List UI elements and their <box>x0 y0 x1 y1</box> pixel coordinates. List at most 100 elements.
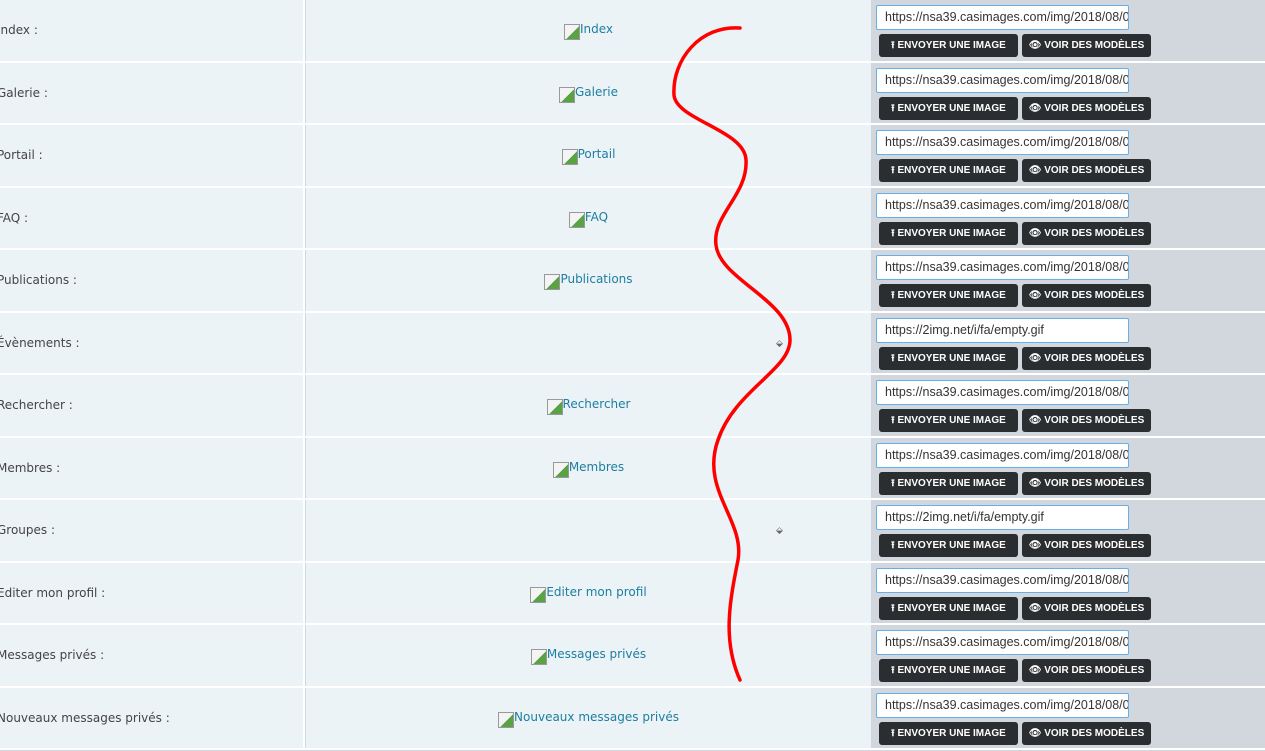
view-models-button[interactable]: 👁 VOIR DES MODÈLES <box>1022 346 1151 370</box>
image-alt-text: Membres <box>568 459 625 474</box>
table-row: Rechercher : Rechercher https://nsa39.ca… <box>0 375 1265 438</box>
upload-icon: ⭱ <box>891 540 895 551</box>
view-models-button[interactable]: 👁 VOIR DES MODÈLES <box>1022 34 1151 57</box>
row-label: Index : <box>0 23 38 38</box>
eye-icon: 👁 <box>1028 477 1042 489</box>
image-preview: Galerie <box>306 85 871 103</box>
view-models-button[interactable]: 👁 VOIR DES MODÈLES <box>1022 534 1151 557</box>
broken-image-icon <box>563 24 580 40</box>
upload-icon: ⭱ <box>891 477 895 489</box>
broken-image-icon <box>558 86 575 103</box>
eye-icon: 👁 <box>1028 540 1042 551</box>
upload-image-button[interactable]: ⭱ ENVOYER UNE IMAGE <box>879 221 1018 245</box>
image-preview: Index <box>306 22 871 40</box>
upload-icon: ⭱ <box>891 727 895 739</box>
table-row: Publications : Publications https://nsa3… <box>0 250 1265 313</box>
broken-image-icon <box>552 461 569 478</box>
row-label: Groupes : <box>0 523 56 538</box>
upload-image-button[interactable]: ⭱ ENVOYER UNE IMAGE <box>879 534 1018 557</box>
image-preview: Membres <box>306 460 871 478</box>
empty-image-icon: ⬙ <box>776 526 783 536</box>
empty-image-icon: ⬙ <box>776 338 783 349</box>
image-preview: Messages privés <box>306 647 871 665</box>
upload-icon: ⭱ <box>891 102 895 114</box>
upload-image-button[interactable]: ⭱ ENVOYER UNE IMAGE <box>879 284 1018 307</box>
image-preview: Editer mon profil <box>306 585 871 603</box>
image-preview: FAQ <box>306 210 871 228</box>
upload-image-button[interactable]: ⭱ ENVOYER UNE IMAGE <box>879 721 1018 745</box>
upload-image-button[interactable]: ⭱ ENVOYER UNE IMAGE <box>879 34 1018 57</box>
upload-image-button[interactable]: ⭱ ENVOYER UNE IMAGE <box>879 96 1018 120</box>
table-row: Editer mon profil : Editer mon profil ht… <box>0 562 1265 625</box>
table-row: Groupes : ⬙ https://2img.net/i/fa/empty.… <box>0 500 1265 563</box>
upload-image-button[interactable]: ⭱ ENVOYER UNE IMAGE <box>879 659 1018 682</box>
image-alt-text: Editer mon profil <box>546 584 647 599</box>
view-models-button[interactable]: 👁 VOIR DES MODÈLES <box>1022 221 1151 245</box>
image-url-input[interactable]: https://2img.net/i/fa/empty.gif <box>876 317 1129 343</box>
image-url-input[interactable]: https://nsa39.casimages.com/img/2018/08/… <box>876 5 1129 30</box>
image-url-input[interactable]: https://nsa39.casimages.com/img/2018/08/… <box>876 692 1129 718</box>
image-url-input[interactable]: https://nsa39.casimages.com/img/2018/08/… <box>876 192 1129 218</box>
row-label: Nouveaux messages privés : <box>0 710 170 725</box>
view-models-button[interactable]: 👁 VOIR DES MODÈLES <box>1022 409 1151 432</box>
view-models-button[interactable]: 👁 VOIR DES MODÈLES <box>1022 284 1151 307</box>
eye-icon: 👁 <box>1028 40 1042 51</box>
broken-image-icon <box>546 399 563 415</box>
image-url-input[interactable]: https://nsa39.casimages.com/img/2018/08/… <box>876 442 1129 468</box>
image-url-input[interactable]: https://nsa39.casimages.com/img/2018/08/… <box>876 380 1129 405</box>
eye-icon: 👁 <box>1028 290 1042 301</box>
upload-icon: ⭱ <box>891 290 895 301</box>
view-models-button[interactable]: 👁 VOIR DES MODÈLES <box>1022 471 1151 495</box>
table-row: Index : Index https://nsa39.casimages.co… <box>0 0 1265 63</box>
upload-icon: ⭱ <box>891 665 895 676</box>
eye-icon: 👁 <box>1028 102 1042 114</box>
image-alt-text: Index <box>579 22 614 36</box>
row-label: Membres : <box>0 460 61 475</box>
view-models-button[interactable]: 👁 VOIR DES MODÈLES <box>1022 96 1151 120</box>
row-label: Editer mon profil : <box>0 585 106 600</box>
image-url-input[interactable]: https://nsa39.casimages.com/img/2018/08/… <box>876 67 1129 93</box>
upload-image-button[interactable]: ⭱ ENVOYER UNE IMAGE <box>879 409 1018 432</box>
table-row: Messages privés : Messages privés https:… <box>0 625 1265 688</box>
broken-image-icon <box>561 149 578 165</box>
image-url-input[interactable]: https://nsa39.casimages.com/img/2018/08/… <box>876 255 1129 280</box>
eye-icon: 👁 <box>1028 727 1042 739</box>
table-row: Membres : Membres https://nsa39.casimage… <box>0 437 1265 500</box>
upload-icon: ⭱ <box>891 165 895 176</box>
broken-image-icon <box>530 649 547 665</box>
image-alt-text: Portail <box>577 147 616 161</box>
image-alt-text: Messages privés <box>546 647 647 661</box>
image-url-input[interactable]: https://nsa39.casimages.com/img/2018/08/… <box>876 630 1129 655</box>
eye-icon: 👁 <box>1028 415 1042 426</box>
row-label: Évènements : <box>0 335 80 350</box>
image-url-input[interactable]: https://nsa39.casimages.com/img/2018/08/… <box>876 567 1129 593</box>
upload-icon: ⭱ <box>891 40 895 51</box>
upload-image-button[interactable]: ⭱ ENVOYER UNE IMAGE <box>879 596 1018 620</box>
image-url-input[interactable]: https://nsa39.casimages.com/img/2018/08/… <box>876 130 1129 155</box>
table-row: Galerie : Galerie https://nsa39.casimage… <box>0 62 1265 125</box>
upload-image-button[interactable]: ⭱ ENVOYER UNE IMAGE <box>879 471 1018 495</box>
broken-image-icon <box>568 211 585 228</box>
image-url-input[interactable]: https://2img.net/i/fa/empty.gif <box>876 505 1129 530</box>
eye-icon: 👁 <box>1028 602 1042 614</box>
upload-image-button[interactable]: ⭱ ENVOYER UNE IMAGE <box>879 159 1018 182</box>
image-preview: Nouveaux messages privés <box>306 710 871 728</box>
broken-image-icon <box>544 274 561 290</box>
broken-image-icon <box>530 586 547 603</box>
eye-icon: 👁 <box>1028 665 1042 676</box>
eye-icon: 👁 <box>1028 165 1042 176</box>
row-label: FAQ : <box>0 210 29 225</box>
image-preview: Portail <box>306 147 871 165</box>
upload-icon: ⭱ <box>891 352 895 364</box>
view-models-button[interactable]: 👁 VOIR DES MODÈLES <box>1022 659 1151 682</box>
image-alt-text: Galerie <box>574 84 619 99</box>
broken-image-icon <box>498 711 515 728</box>
view-models-button[interactable]: 👁 VOIR DES MODÈLES <box>1022 159 1151 182</box>
view-models-button[interactable]: 👁 VOIR DES MODÈLES <box>1022 721 1151 745</box>
view-models-button[interactable]: 👁 VOIR DES MODÈLES <box>1022 596 1151 620</box>
table-row: Nouveaux messages privés : Nouveaux mess… <box>0 687 1265 750</box>
row-label: Rechercher : <box>0 398 73 413</box>
upload-image-button[interactable]: ⭱ ENVOYER UNE IMAGE <box>879 346 1018 370</box>
row-label: Portail : <box>0 148 43 163</box>
row-label: Publications : <box>0 273 77 288</box>
